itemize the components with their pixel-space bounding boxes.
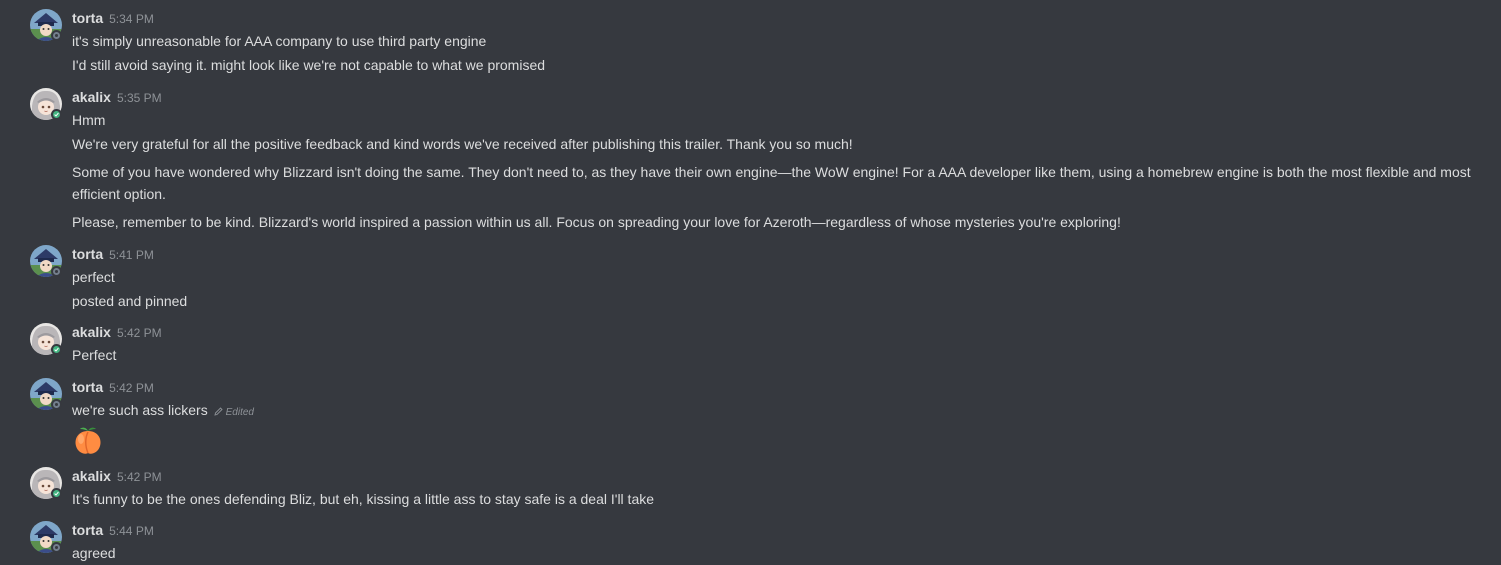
avatar-torta[interactable]	[30, 245, 62, 277]
message-text: posted and pinned	[72, 293, 188, 309]
peach-emoji-icon	[75, 427, 101, 454]
message-text: it's simply unreasonable for AAA company…	[72, 33, 487, 49]
avatar-akalix[interactable]	[30, 323, 62, 355]
status-online-icon	[51, 344, 62, 355]
timestamp: 5:42 PM	[116, 470, 162, 484]
username[interactable]: torta	[72, 246, 103, 262]
message-text: It's funny to be the ones defending Bliz…	[72, 491, 655, 507]
avatar-torta[interactable]	[30, 378, 62, 410]
message-text: agreed	[72, 545, 116, 561]
username[interactable]: torta	[72, 379, 103, 395]
message-text: I'd still avoid saying it. might look li…	[72, 57, 546, 73]
timestamp: 5:35 PM	[116, 91, 162, 105]
message-header: akalix 5:42 PM	[72, 324, 162, 342]
message-text-content: we're such ass lickers	[72, 402, 208, 418]
edited-label: Edited	[225, 407, 254, 418]
message-text: Some of you have wondered why Blizzard i…	[72, 164, 1471, 202]
timestamp: 5:42 PM	[116, 326, 162, 340]
message-text: Hmm	[72, 112, 106, 128]
message-text: We're very grateful for all the positive…	[72, 136, 853, 152]
timestamp: 5:44 PM	[109, 524, 154, 538]
message-header: akalix 5:42 PM	[72, 468, 162, 486]
timestamp: 5:42 PM	[109, 381, 154, 395]
message-header: torta 5:41 PM	[72, 246, 154, 264]
username[interactable]: akalix	[72, 468, 111, 484]
message-header: torta 5:34 PM	[72, 10, 154, 28]
message-text: Please, remember to be kind. Blizzard's …	[72, 214, 1121, 230]
status-offline-icon	[51, 542, 62, 553]
timestamp: 5:34 PM	[109, 12, 154, 26]
status-online-icon	[51, 488, 62, 499]
username[interactable]: torta	[72, 10, 103, 26]
status-online-icon	[51, 109, 62, 120]
username[interactable]: akalix	[72, 324, 111, 340]
message-header: torta 5:44 PM	[72, 522, 154, 540]
pencil-icon	[213, 407, 223, 416]
message-header: akalix 5:35 PM	[72, 89, 162, 107]
message-text: Perfect	[72, 347, 117, 363]
status-offline-icon	[51, 399, 62, 410]
message-text: perfect	[72, 269, 115, 285]
username[interactable]: torta	[72, 522, 103, 538]
timestamp: 5:41 PM	[109, 248, 154, 262]
avatar-akalix[interactable]	[30, 467, 62, 499]
avatar-torta[interactable]	[30, 9, 62, 41]
username[interactable]: akalix	[72, 89, 111, 105]
message-text: we're such ass lickers Edited	[72, 399, 1487, 424]
avatar-akalix[interactable]	[30, 88, 62, 120]
status-offline-icon	[51, 30, 62, 41]
message-list: torta 5:34 PM it's simply unreasonable fo…	[0, 0, 1501, 565]
message-header: torta 5:42 PM	[72, 379, 154, 397]
status-offline-icon	[51, 266, 62, 277]
avatar-torta[interactable]	[30, 521, 62, 553]
